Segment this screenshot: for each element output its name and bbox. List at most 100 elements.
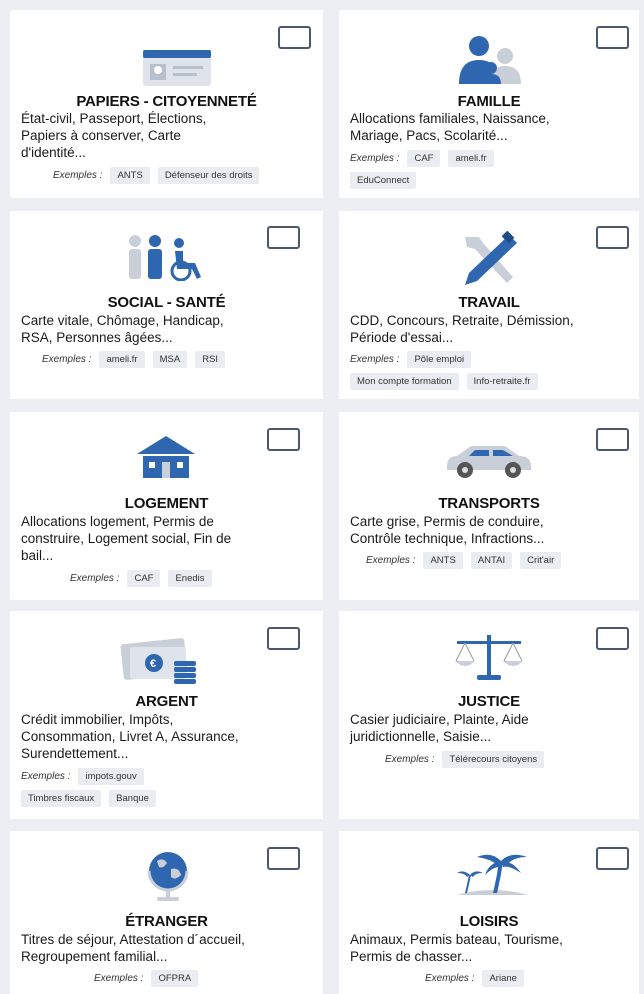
description-line: Carte grise, Permis de conduire, xyxy=(350,514,544,529)
example-tag[interactable]: Enedis xyxy=(168,570,212,587)
example-tag[interactable]: Info-retraite.fr xyxy=(466,373,538,390)
example-tag[interactable]: Banque xyxy=(109,790,156,807)
example-tag[interactable]: OFPRA xyxy=(151,970,199,987)
category-card-etranger[interactable]: ÉTRANGER Titres de séjour, Attestation d… xyxy=(10,831,323,994)
description-line: Consommation, Livret A, Assurance, xyxy=(21,729,239,744)
checkbox[interactable] xyxy=(596,627,629,650)
checkbox[interactable] xyxy=(596,428,629,451)
category-title: LOISIRS xyxy=(459,913,519,930)
examples-label: Exemples : xyxy=(70,573,120,584)
description-line: juridictionnelle, Saisie... xyxy=(350,729,492,744)
money-icon: € xyxy=(120,638,196,684)
globe-icon xyxy=(147,852,189,901)
category-card-famille[interactable]: FAMILLE Allocations familiales, Naissanc… xyxy=(339,10,639,198)
example-tag[interactable]: ANTAI xyxy=(470,552,513,569)
category-card-social-sante[interactable]: SOCIAL - SANTÉ Carte vitale, Chômage, Ha… xyxy=(10,211,323,399)
example-tag[interactable]: Ariane xyxy=(482,970,524,987)
description-line: Surendettement... xyxy=(21,746,129,761)
examples-label: Exemples : xyxy=(21,771,71,782)
checkbox[interactable] xyxy=(596,226,629,249)
description-line: État-civil, Passeport, Élections, xyxy=(21,111,207,126)
car-icon xyxy=(447,446,531,478)
description-line: CDD, Concours, Retraite, Démission, xyxy=(350,313,574,328)
description-line: Crédit immobilier, Impôts, xyxy=(21,712,174,727)
examples-row: Exemples : Pôle emploi xyxy=(350,351,479,368)
example-tag[interactable]: Crit'air xyxy=(520,552,562,569)
description-line: RSA, Personnes âgées... xyxy=(21,330,173,345)
examples-row: Exemples : Ariane xyxy=(425,970,532,987)
examples-row: Exemples : ameli.fr MSA RSI xyxy=(42,351,233,368)
examples-label: Exemples : xyxy=(42,354,92,365)
tools-icon xyxy=(465,231,517,285)
examples-label: Exemples : xyxy=(53,170,103,181)
example-tag[interactable]: CAF xyxy=(407,150,441,167)
example-tag[interactable]: Mon compte formation xyxy=(350,373,459,390)
description-line: Allocations logement, Permis de xyxy=(21,514,214,529)
example-tag[interactable]: RSI xyxy=(195,351,226,368)
description-line: Carte vitale, Chômage, Handicap, xyxy=(21,313,224,328)
category-title: FAMILLE xyxy=(457,93,521,110)
category-card-logement[interactable]: LOGEMENT Allocations logement, Permis de… xyxy=(10,412,323,600)
category-card-justice[interactable]: JUSTICE Casier judiciaire, Plainte, Aide… xyxy=(339,611,639,819)
checkbox[interactable] xyxy=(278,26,311,49)
example-tag[interactable]: Timbres fiscaux xyxy=(21,790,102,807)
examples-label: Exemples : xyxy=(385,754,435,765)
example-tag[interactable]: Télérecours citoyens xyxy=(442,751,545,768)
id-card-icon xyxy=(143,50,211,86)
description-line: d'identité... xyxy=(21,145,86,160)
examples-label: Exemples : xyxy=(366,555,416,566)
category-title: TRAVAIL xyxy=(458,294,520,311)
checkbox[interactable] xyxy=(267,847,300,870)
examples-row: EduConnect xyxy=(350,172,424,189)
category-card-loisirs[interactable]: LOISIRS Animaux, Permis bateau, Tourisme… xyxy=(339,831,639,994)
examples-label: Exemples : xyxy=(94,973,144,984)
description-line: Titres de séjour, Attestation d´accueil, xyxy=(21,932,245,947)
category-card-transports[interactable]: TRANSPORTS Carte grise, Permis de condui… xyxy=(339,412,639,600)
category-card-papiers[interactable]: PAPIERS - CITOYENNETÉ État-civil, Passep… xyxy=(10,10,323,198)
category-title: ARGENT xyxy=(135,693,198,710)
category-title: LOGEMENT xyxy=(124,495,209,512)
description-line: Animaux, Permis bateau, Tourisme, xyxy=(350,932,563,947)
description-line: Contrôle technique, Infractions... xyxy=(350,531,545,546)
category-title: TRANSPORTS xyxy=(438,495,540,512)
example-tag[interactable]: Défenseur des droits xyxy=(157,167,260,184)
examples-row: Exemples : CAF ameli.fr xyxy=(350,150,502,167)
palm-tree-icon xyxy=(457,854,529,895)
category-card-argent[interactable]: € ARGENT Crédit immobilier, Impôts, Cons… xyxy=(10,611,323,819)
examples-row: Mon compte formation Info-retraite.fr xyxy=(350,373,546,390)
example-tag[interactable]: MSA xyxy=(152,351,188,368)
example-tag[interactable]: ANTS xyxy=(110,167,150,184)
description-line: Papiers à conserver, Carte xyxy=(21,128,181,143)
category-card-travail[interactable]: TRAVAIL CDD, Concours, Retraite, Démissi… xyxy=(339,211,639,399)
examples-row: Exemples : ANTS ANTAI Crit'air xyxy=(366,552,569,569)
checkbox[interactable] xyxy=(596,26,629,49)
description-line: Permis de chasser... xyxy=(350,949,473,964)
example-tag[interactable]: ameli.fr xyxy=(99,351,145,368)
example-tag[interactable]: ANTS xyxy=(423,552,463,569)
checkbox[interactable] xyxy=(596,847,629,870)
examples-row: Exemples : Télérecours citoyens xyxy=(385,751,552,768)
scales-icon xyxy=(455,635,523,680)
accessibility-icon xyxy=(129,235,201,281)
example-tag[interactable]: CAF xyxy=(127,570,161,587)
examples-label: Exemples : xyxy=(425,973,475,984)
svg-text:€: € xyxy=(150,658,156,670)
examples-row: Exemples : OFPRA xyxy=(94,970,206,987)
examples-row: Exemples : impots.gouv xyxy=(21,768,152,785)
examples-label: Exemples : xyxy=(350,354,400,365)
example-tag[interactable]: EduConnect xyxy=(350,172,417,189)
checkbox[interactable] xyxy=(267,428,300,451)
example-tag[interactable]: Pôle emploi xyxy=(407,351,472,368)
category-title: PAPIERS - CITOYENNETÉ xyxy=(76,93,257,110)
examples-label: Exemples : xyxy=(350,153,400,164)
checkbox[interactable] xyxy=(267,627,300,650)
category-title: JUSTICE xyxy=(458,693,520,710)
category-title: ÉTRANGER xyxy=(125,913,208,930)
description-line: Période d'essai... xyxy=(350,330,454,345)
description-line: Allocations familiales, Naissance, xyxy=(350,111,550,126)
checkbox[interactable] xyxy=(267,226,300,249)
description-line: bail... xyxy=(21,548,54,563)
example-tag[interactable]: impots.gouv xyxy=(78,768,144,785)
example-tag[interactable]: ameli.fr xyxy=(448,150,494,167)
examples-row: Exemples : CAF Enedis xyxy=(70,570,220,587)
